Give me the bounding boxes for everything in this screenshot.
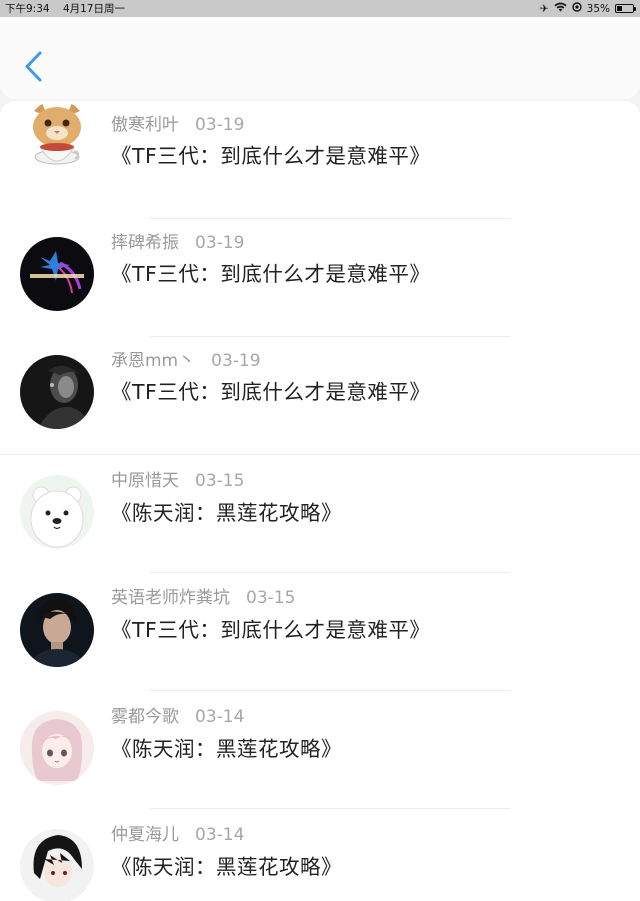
comment-title[interactable]: 《陈天润：黑莲花攻略》 bbox=[111, 732, 342, 762]
comment-date: 03-15 bbox=[246, 588, 296, 608]
avatar[interactable] bbox=[20, 355, 94, 429]
avatar[interactable] bbox=[20, 593, 94, 667]
status-time: 下午9:34 bbox=[5, 3, 50, 15]
battery-percent: 35% bbox=[586, 2, 610, 15]
header bbox=[0, 17, 640, 99]
username[interactable]: 英语老师炸粪坑 bbox=[111, 588, 230, 608]
status-bar: 下午9:34 4月17日周一 ✈ 35% bbox=[0, 0, 640, 17]
comment-date: 03-15 bbox=[195, 471, 245, 491]
list-item[interactable]: 承恩mm丶 03-19 《TF三代：到底什么才是意难平》 bbox=[0, 337, 640, 455]
comment-date: 03-19 bbox=[211, 351, 261, 371]
avatar[interactable] bbox=[20, 829, 94, 901]
comment-list: 傲寒利叶 03-19 《TF三代：到底什么才是意难平》 摔碑希振 03-19 《TF… bbox=[0, 101, 640, 901]
list-item[interactable]: 仲夏海儿 03-14 《陈天润：黑莲花攻略》 bbox=[0, 809, 640, 901]
comment-meta: 摔碑希振 03-19 bbox=[111, 228, 244, 253]
username[interactable]: 承恩mm丶 bbox=[111, 351, 195, 371]
comment-meta: 仲夏海儿 03-14 bbox=[111, 820, 244, 845]
comment-date: 03-14 bbox=[195, 707, 245, 727]
list-item[interactable]: 中原惜天 03-15 《陈天润：黑莲花攻略》 bbox=[0, 455, 640, 573]
comment-meta: 英语老师炸粪坑 03-15 bbox=[111, 583, 295, 608]
comment-meta: 承恩mm丶 03-19 bbox=[111, 346, 261, 371]
comment-title[interactable]: 《TF三代：到底什么才是意难平》 bbox=[111, 257, 430, 287]
chevron-left-icon bbox=[25, 51, 42, 82]
back-button[interactable] bbox=[20, 47, 50, 87]
comment-title[interactable]: 《TF三代：到底什么才是意难平》 bbox=[111, 375, 430, 405]
status-left: 下午9:34 4月17日周一 bbox=[5, 1, 135, 16]
list-item[interactable]: 雾都今歌 03-14 《陈天润：黑莲花攻略》 bbox=[0, 691, 640, 809]
comment-meta: 中原惜天 03-15 bbox=[111, 466, 244, 491]
comment-title[interactable]: 《TF三代：到底什么才是意难平》 bbox=[111, 139, 430, 169]
airplane-icon: ✈ bbox=[539, 2, 549, 15]
comment-date: 03-19 bbox=[195, 233, 245, 253]
username[interactable]: 傲寒利叶 bbox=[111, 115, 179, 135]
battery-icon bbox=[615, 4, 636, 13]
comment-title[interactable]: 《陈天润：黑莲花攻略》 bbox=[111, 496, 342, 526]
comment-meta: 雾都今歌 03-14 bbox=[111, 702, 244, 727]
username[interactable]: 摔碑希振 bbox=[111, 233, 179, 253]
comment-date: 03-19 bbox=[195, 115, 245, 135]
username[interactable]: 雾都今歌 bbox=[111, 707, 179, 727]
location-icon bbox=[571, 2, 582, 15]
username[interactable]: 仲夏海儿 bbox=[111, 825, 179, 845]
status-right: ✈ 35% bbox=[539, 2, 636, 15]
avatar[interactable] bbox=[20, 237, 94, 311]
list-item[interactable]: 傲寒利叶 03-19 《TF三代：到底什么才是意难平》 bbox=[0, 101, 640, 219]
wifi-icon bbox=[554, 2, 567, 15]
username[interactable]: 中原惜天 bbox=[111, 471, 179, 491]
list-item[interactable]: 摔碑希振 03-19 《TF三代：到底什么才是意难平》 bbox=[0, 219, 640, 337]
list-item[interactable]: 英语老师炸粪坑 03-15 《TF三代：到底什么才是意难平》 bbox=[0, 573, 640, 691]
comment-date: 03-14 bbox=[195, 825, 245, 845]
avatar[interactable] bbox=[20, 475, 94, 549]
avatar[interactable] bbox=[20, 101, 94, 175]
comment-meta: 傲寒利叶 03-19 bbox=[111, 110, 244, 135]
comment-title[interactable]: 《TF三代：到底什么才是意难平》 bbox=[111, 613, 430, 643]
avatar[interactable] bbox=[20, 711, 94, 785]
status-date: 4月17日周一 bbox=[62, 3, 125, 15]
comment-title[interactable]: 《陈天润：黑莲花攻略》 bbox=[111, 850, 342, 880]
